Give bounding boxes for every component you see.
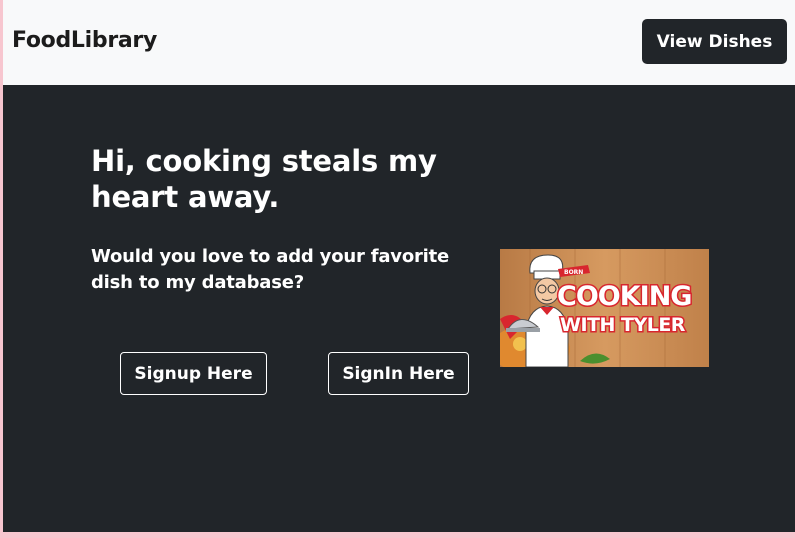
- signin-button[interactable]: SignIn Here: [328, 352, 469, 395]
- promo-title-line1: COOKING: [557, 281, 691, 312]
- promo-badge: BORN: [564, 269, 583, 276]
- hero-section: Hi, cooking steals my heart away. Would …: [3, 85, 795, 532]
- hero-title: Hi, cooking steals my heart away.: [91, 144, 437, 214]
- hero-subtitle: Would you love to add your favorite dish…: [91, 246, 450, 293]
- brand-logo[interactable]: FoodLibrary: [12, 28, 157, 53]
- view-dishes-button[interactable]: View Dishes: [642, 19, 787, 64]
- navbar: FoodLibrary View Dishes: [3, 0, 795, 85]
- promo-illustration: BORN COOKING WITH TYLER: [500, 249, 709, 367]
- cooking-with-tyler-image: BORN COOKING WITH TYLER: [500, 249, 709, 367]
- signup-button[interactable]: Signup Here: [120, 352, 267, 395]
- promo-title-line2: WITH TYLER: [560, 314, 686, 336]
